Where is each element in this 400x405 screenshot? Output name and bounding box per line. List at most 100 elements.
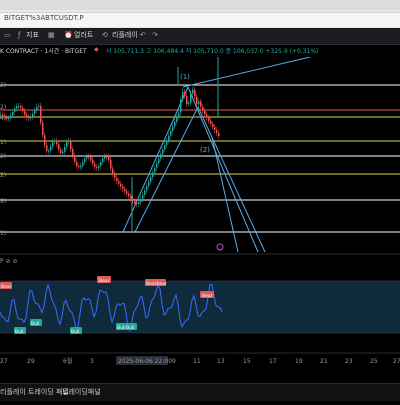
svg-text:Bull: Bull [15,329,23,335]
y-label-3: 4) [0,115,6,122]
candle-body [88,156,90,158]
alert-icon[interactable]: ⏰ [64,31,73,39]
trend-line-up-1 [122,86,189,233]
candle-body [172,126,174,132]
x-tick-14: 25 [370,358,378,365]
candle-body [108,156,110,160]
candle-body [178,112,180,118]
candle-body [182,91,184,100]
y-label-1: 2) [0,82,6,89]
interval-icon[interactable]: ▭ [4,31,12,39]
candle-body [136,203,138,205]
candle-body [118,181,120,184]
candle-body [202,106,204,111]
candle-body [14,108,16,113]
candle-body [130,196,132,199]
chart-canvas[interactable]: (1) (2) 2) 2) 4) 1) 2) 2) 9) 1) P ⊘ ⊘ Be… [0,57,400,383]
candle-body [190,93,192,103]
candle-body [62,151,64,154]
toolbar-replay[interactable]: 리플레이 [112,30,138,40]
candle-body [208,117,210,121]
candle-body [12,112,14,116]
indicators-icon[interactable]: ƒ [18,31,26,39]
candle-body [50,146,52,151]
candle-body [106,156,108,158]
x-tick-7: 11 [193,358,201,365]
candle-body [134,200,136,204]
candle-body [138,202,140,205]
candle-body [140,198,142,203]
candle-body [20,106,22,108]
candle-body [116,177,118,182]
bull-badge-1: Bull [14,327,26,335]
x-tick-10: 17 [269,358,277,365]
candle-body [166,140,168,145]
candle-body [90,156,92,160]
toolbar-alert[interactable]: 얼러트 [74,30,93,40]
candle-body [98,165,100,168]
candle-body [48,150,50,152]
candle-body [8,118,10,120]
candle-body [86,156,88,159]
wave-label-2: (2) [200,146,210,154]
x-tick-9: 15 [243,358,251,365]
candle-body [104,156,106,159]
replay-icon[interactable]: ⟲ [102,31,110,39]
bottom-panel-tabs: 리플레이 트레이딩 패널 트레이딩패널 [0,383,400,401]
candle-body [214,126,216,130]
wave-label-1: (1) [180,73,190,81]
bear-badge-3: Bear [200,291,214,299]
candle-body [200,101,202,107]
event-marker-icon [216,243,224,251]
symbol-title[interactable]: K CONTRACT · 1시간 · BITGET [0,46,87,55]
x-tick-1: 27 [0,358,8,365]
chart-toolbar: ▭ ƒ 지표 ▦ ⏰ 얼러트 ⟲ 리플레이 ↶ ↷ [0,28,400,45]
candle-body [180,99,182,113]
bear-badge-2: Bear [97,276,111,284]
svg-text:Bear: Bear [99,278,110,284]
hidden-bear-badge: Bearbear [145,279,167,287]
price-candles [0,57,220,232]
candle-body [216,129,218,133]
candle-body [158,158,160,164]
y-label-4: 1) [0,139,6,146]
chart-area[interactable]: (1) (2) 2) 2) 4) 1) 2) 2) 9) 1) P ⊘ ⊘ Be… [0,57,400,405]
candle-body [144,190,146,195]
candle-body [30,116,32,119]
bear-badge-1: Bear [0,282,12,290]
tab-trading-panel[interactable]: 트레이딩패널 [62,387,101,397]
candle-body [96,166,98,168]
candle-body [126,191,128,194]
candle-body [76,161,78,166]
candle-body [22,107,24,112]
candle-body [100,162,102,166]
candle-body [124,188,126,192]
candle-body [54,140,56,142]
tab-replay-trading-panel[interactable]: 리플레이 트레이딩 패널 [0,387,69,397]
candle-body [84,158,86,163]
candle-body [34,110,36,114]
candle-body [74,155,76,162]
candle-body [112,168,114,174]
candle-body [28,117,30,119]
bull-badge-2: Bull [30,319,42,327]
candle-body [120,183,122,187]
x-tick-15: 27 [393,358,400,365]
x-tick-crosshair: 2025-06-06 22:00 [118,358,172,365]
layout-icon[interactable]: ▦ [48,31,56,39]
candle-body [176,117,178,122]
x-tick-2: 29 [27,358,35,365]
candle-body [210,120,212,124]
candle-body [204,110,206,115]
toolbar-indicators[interactable]: 지표 [26,30,39,40]
candle-body [122,186,124,189]
redo-icon[interactable]: ↷ [152,31,160,39]
candle-body [162,149,164,155]
symbol-flag-icon: ◆ [94,46,99,53]
candle-body [72,149,74,156]
candle-body [198,101,200,105]
candle-body [114,173,116,178]
address-bar[interactable]: BITGET%3ABTCUSDT.P [0,12,400,27]
candle-body [32,113,34,117]
undo-icon[interactable]: ↶ [140,31,148,39]
